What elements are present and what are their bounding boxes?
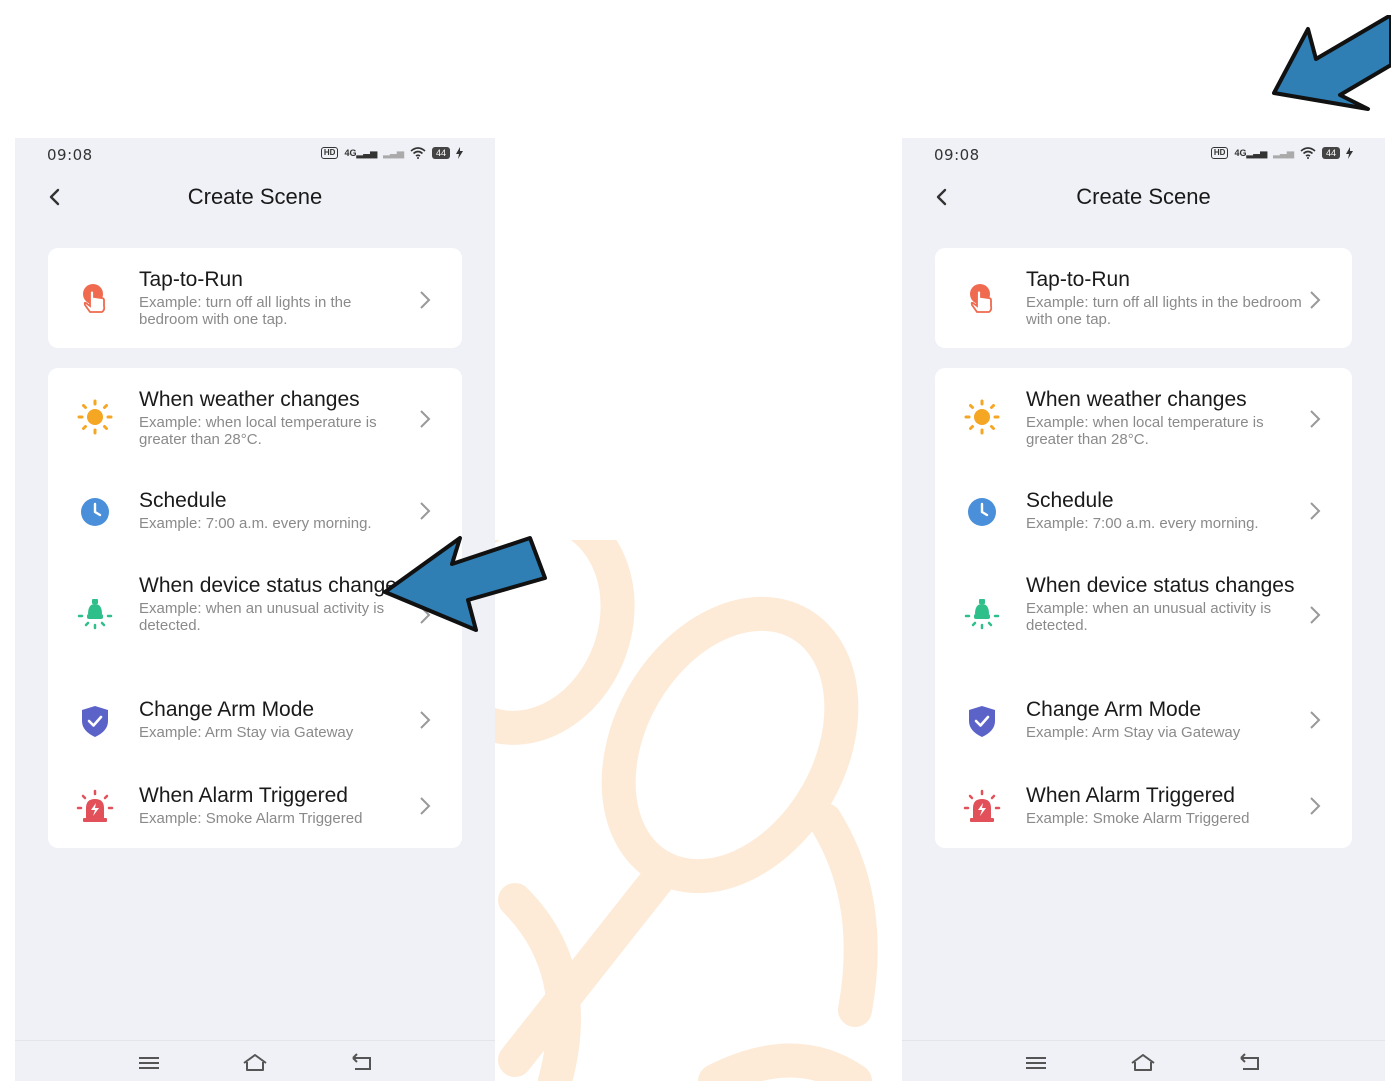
clock-icon	[968, 498, 996, 526]
status-icons: HD 4G▂▃▅ ▂▃▅ 44	[1210, 147, 1353, 159]
item-name: Tap-to-Run	[1026, 268, 1130, 291]
item-description: Example: when an unusual activity is det…	[139, 600, 385, 634]
charging-icon	[1346, 147, 1353, 159]
item-name: Change Arm Mode	[1026, 698, 1202, 721]
chevron-right-icon	[1310, 711, 1321, 729]
item-description: Example: 7:00 a.m. every morning.	[1026, 515, 1259, 532]
item-description: Example: turn off all lights in the bedr…	[1026, 294, 1302, 328]
bulb-icon	[964, 599, 1000, 630]
pointer-arrow-icon	[1272, 15, 1391, 111]
chevron-right-icon	[420, 797, 431, 815]
item-description: Example: when local temperature is great…	[139, 414, 377, 448]
bulb-icon	[77, 599, 113, 630]
home-icon[interactable]	[242, 1053, 268, 1073]
signal-weak-icon: ▂▃▅	[1273, 148, 1294, 158]
tap-to-run-card[interactable]: Tap-to-Run Example: turn off all lights …	[48, 248, 462, 348]
item-description: Example: Smoke Alarm Triggered	[1026, 810, 1250, 827]
header: Create Scene	[15, 178, 495, 218]
page-title: Create Scene	[187, 184, 323, 209]
background-decoration	[495, 540, 878, 1081]
chevron-right-icon	[420, 410, 431, 428]
chevron-right-icon	[1310, 502, 1321, 520]
shield-check-icon	[969, 706, 995, 737]
item-name: When Alarm Triggered	[1026, 784, 1235, 807]
chevron-right-icon	[1310, 410, 1321, 428]
chevron-right-icon	[420, 291, 431, 309]
system-nav-bar	[15, 1040, 495, 1081]
item-name: Schedule	[139, 489, 227, 512]
battery-icon: 44	[1321, 147, 1340, 159]
sun-icon	[964, 399, 1000, 435]
chevron-right-icon	[420, 502, 431, 520]
item-name: Change Arm Mode	[139, 698, 315, 721]
charging-icon	[456, 147, 463, 159]
item-name: When device status changes	[1026, 574, 1295, 597]
network-signal-icon: 4G▂▃▅	[1234, 148, 1268, 158]
status-bar: 09:08 HD 4G▂▃▅ ▂▃▅ 44	[902, 138, 1385, 172]
tap-to-run-card[interactable]: Tap-to-Run Example: turn off all lights …	[935, 248, 1352, 348]
signal-weak-icon: ▂▃▅	[383, 148, 404, 158]
item-description: Example: 7:00 a.m. every morning.	[139, 515, 372, 532]
home-icon[interactable]	[1130, 1053, 1156, 1073]
item-name: When Alarm Triggered	[139, 784, 348, 807]
item-name: When weather changes	[1026, 388, 1247, 411]
hd-icon: HD	[1210, 147, 1229, 159]
phone-screen-right: 09:08 HD 4G▂▃▅ ▂▃▅ 44 Create Scene Tap-t…	[902, 138, 1385, 1081]
clock-icon	[81, 498, 109, 526]
status-time: 09:08	[47, 146, 93, 164]
chevron-right-icon	[1310, 291, 1321, 309]
sun-icon	[77, 399, 113, 435]
status-icons: HD 4G▂▃▅ ▂▃▅ 44	[320, 147, 463, 159]
item-description: Example: Arm Stay via Gateway	[1026, 724, 1241, 741]
hd-icon: HD	[320, 147, 339, 159]
item-name: When weather changes	[139, 388, 360, 411]
header: Create Scene	[902, 178, 1385, 218]
chevron-right-icon	[1310, 606, 1321, 624]
wifi-icon	[410, 147, 426, 159]
status-bar: 09:08 HD 4G▂▃▅ ▂▃▅ 44	[15, 138, 495, 172]
pointer-arrow-icon	[383, 536, 547, 632]
shield-check-icon	[82, 706, 108, 737]
siren-icon	[963, 789, 1001, 822]
tap-hand-icon	[83, 284, 106, 313]
item-description: Example: turn off all lights in the bedr…	[139, 294, 352, 328]
back-nav-icon[interactable]	[1237, 1053, 1263, 1073]
page-title: Create Scene	[1076, 184, 1211, 209]
siren-icon	[76, 789, 114, 822]
item-name: Schedule	[1026, 489, 1114, 512]
item-name: Tap-to-Run	[139, 268, 243, 291]
chevron-right-icon	[1310, 797, 1321, 815]
back-nav-icon[interactable]	[349, 1053, 375, 1073]
wifi-icon	[1300, 147, 1316, 159]
menu-icon[interactable]	[136, 1053, 162, 1073]
status-time: 09:08	[934, 146, 980, 164]
system-nav-bar	[902, 1040, 1385, 1081]
item-description: Example: Arm Stay via Gateway	[139, 724, 354, 741]
network-signal-icon: 4G▂▃▅	[344, 148, 378, 158]
item-name: When device status changes	[139, 574, 408, 597]
item-description: Example: when local temperature is great…	[1026, 414, 1264, 448]
chevron-right-icon	[420, 711, 431, 729]
item-description: Example: when an unusual activity is det…	[1026, 600, 1272, 634]
battery-icon: 44	[431, 147, 450, 159]
item-description: Example: Smoke Alarm Triggered	[139, 810, 363, 827]
conditions-card: When weather changes Example: when local…	[935, 368, 1352, 848]
tap-hand-icon	[970, 284, 993, 313]
menu-icon[interactable]	[1023, 1053, 1049, 1073]
